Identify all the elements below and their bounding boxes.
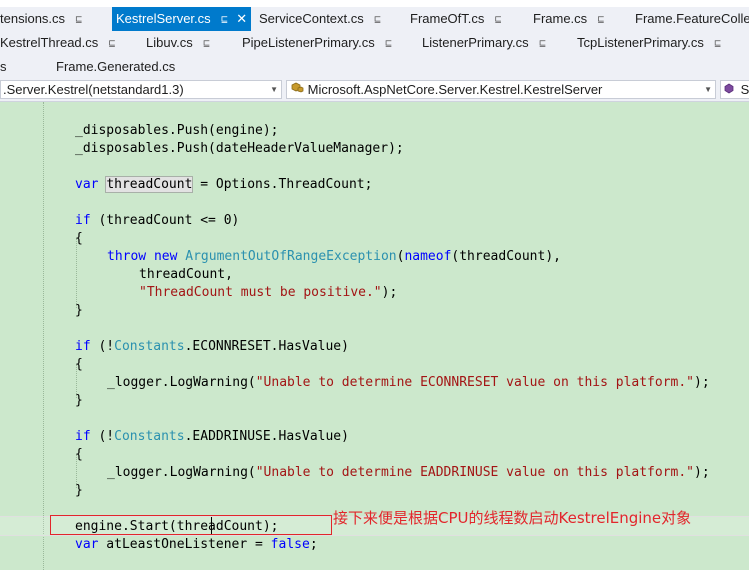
pin-icon[interactable]: ⊑ xyxy=(203,31,211,55)
chevron-down-icon: ▼ xyxy=(270,85,278,94)
pin-icon[interactable]: ⊑ xyxy=(221,7,229,31)
method-icon xyxy=(724,81,737,98)
pin-icon[interactable]: ⊑ xyxy=(374,7,382,31)
code-line: if (!Constants.ECONNRESET.HasValue) xyxy=(75,339,349,354)
code-line: } xyxy=(75,393,83,408)
code-line: } xyxy=(75,303,83,318)
pin-icon[interactable]: ⊑ xyxy=(597,7,605,31)
pin-icon[interactable]: ⊑ xyxy=(494,7,502,31)
pin-icon[interactable]: ⊑ xyxy=(714,31,722,55)
pin-icon[interactable]: ⊑ xyxy=(539,31,547,55)
chevron-down-icon: ▼ xyxy=(704,85,712,94)
annotation-box xyxy=(50,515,332,535)
type-dropdown[interactable]: Microsoft.AspNetCore.Server.Kestrel.Kest… xyxy=(286,80,716,99)
code-line: if (threadCount <= 0) xyxy=(75,213,240,228)
code-line: { xyxy=(75,447,83,462)
code-line: _logger.LogWarning("Unable to determine … xyxy=(107,375,710,390)
code-line: _disposables.Push(dateHeaderValueManager… xyxy=(75,141,404,156)
code-line: threadCount, xyxy=(139,267,233,282)
code-line: } xyxy=(75,483,83,498)
code-editor[interactable]: _disposables.Push(engine); _disposables.… xyxy=(0,102,749,570)
tab-row-1: tensions.cs ⊑ KestrelServer.cs ⊑ ✕ ServiceC… xyxy=(0,7,749,31)
code-line: _disposables.Push(engine); xyxy=(75,123,279,138)
tab-kestrelthread[interactable]: KestrelThread.cs ⊑ xyxy=(0,31,116,55)
tab-row-2: KestrelThread.cs ⊑ Libuv.cs ⊑ PipeListener… xyxy=(0,31,749,55)
close-icon[interactable]: ✕ xyxy=(236,7,247,31)
tab-frame-featurecollection[interactable]: Frame.FeatureColle xyxy=(635,7,749,31)
code-line: var atLeastOneListener = false; xyxy=(75,537,318,552)
pin-icon[interactable]: ⊑ xyxy=(385,31,393,55)
tab-kestrelserver[interactable]: KestrelServer.cs ⊑ ✕ xyxy=(112,7,252,31)
code-line: "ThreadCount must be positive."); xyxy=(139,285,398,300)
tab-frame[interactable]: Frame.cs ⊑ xyxy=(533,7,605,31)
code-line: throw new ArgumentOutOfRangeException(na… xyxy=(107,249,561,264)
tab-row-3: s Frame.Generated.cs xyxy=(0,55,749,79)
tab-frame-generated[interactable]: Frame.Generated.cs xyxy=(56,55,175,79)
pin-icon[interactable]: ⊑ xyxy=(108,31,116,55)
member-label: S xyxy=(740,82,749,97)
indent-guide xyxy=(76,238,77,308)
tab-servicecontext[interactable]: ServiceContext.cs ⊑ xyxy=(259,7,381,31)
project-label: .Server.Kestrel(netstandard1.3) xyxy=(3,82,184,97)
navigation-bar: .Server.Kestrel(netstandard1.3) ▼ Micros… xyxy=(0,79,749,102)
indent-guide xyxy=(43,102,44,570)
class-icon xyxy=(291,81,304,98)
member-dropdown[interactable]: S xyxy=(720,80,749,99)
code-line: if (!Constants.EADDRINUSE.HasValue) xyxy=(75,429,349,444)
tab-truncated[interactable]: s xyxy=(0,55,7,79)
code-line: { xyxy=(75,231,83,246)
code-line: _logger.LogWarning("Unable to determine … xyxy=(107,465,710,480)
tab-libuv[interactable]: Libuv.cs ⊑ xyxy=(146,31,210,55)
code-line: var threadCount = Options.ThreadCount; xyxy=(75,176,373,193)
tab-frameoft[interactable]: FrameOfT.cs ⊑ xyxy=(410,7,502,31)
tab-tcplistenerprimary[interactable]: TcpListenerPrimary.cs ⊑ xyxy=(577,31,721,55)
annotation-note: 接下来便是根据CPU的线程数启动KestrelEngine对象 xyxy=(333,509,692,527)
tab-pipelistenerprimary[interactable]: PipeListenerPrimary.cs ⊑ xyxy=(242,31,392,55)
tab-extensions[interactable]: tensions.cs ⊑ xyxy=(0,7,83,31)
pin-icon[interactable]: ⊑ xyxy=(75,7,83,31)
highlighted-reference: threadCount xyxy=(105,176,194,193)
type-label: Microsoft.AspNetCore.Server.Kestrel.Kest… xyxy=(307,82,603,97)
tab-listenerprimary[interactable]: ListenerPrimary.cs ⊑ xyxy=(422,31,546,55)
code-line: { xyxy=(75,357,83,372)
project-dropdown[interactable]: .Server.Kestrel(netstandard1.3) ▼ xyxy=(0,80,282,99)
